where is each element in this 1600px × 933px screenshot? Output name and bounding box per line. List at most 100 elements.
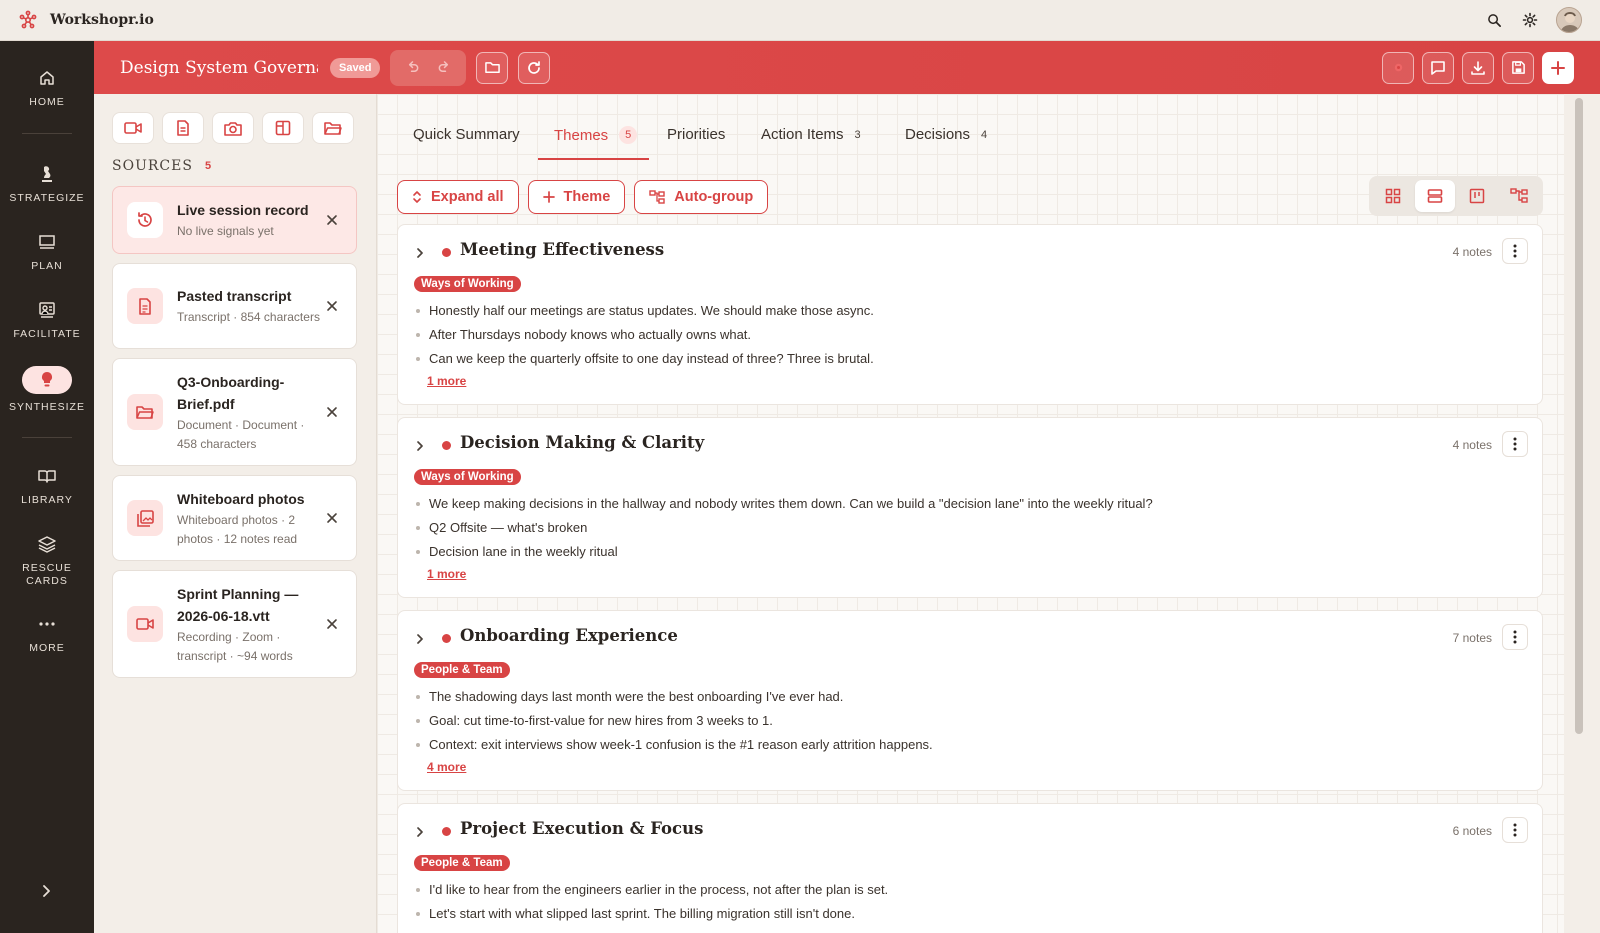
undo-redo-group (390, 49, 467, 86)
nav-library[interactable]: LIBRARY (0, 465, 94, 507)
refresh-button[interactable] (518, 51, 551, 84)
app-name: Workshopr.io (50, 12, 154, 28)
source-card-pasted-transcript[interactable]: Pasted transcript Transcript · 854 chara… (112, 263, 357, 349)
chevron-right-icon[interactable] (414, 826, 426, 838)
open-folder-button[interactable] (476, 51, 509, 84)
history-icon (127, 202, 163, 238)
add-theme-button[interactable]: Theme (527, 180, 626, 214)
more-vertical-icon[interactable] (1502, 624, 1528, 650)
folder-icon (127, 394, 163, 430)
source-card-whiteboard-photos[interactable]: Whiteboard photos Whiteboard photos · 2 … (112, 475, 357, 561)
board-view-icon[interactable] (1457, 180, 1497, 212)
theme-title[interactable]: Onboarding Experience (460, 626, 678, 645)
session-title[interactable]: Design System Governa (120, 58, 318, 78)
remove-source-icon[interactable] (322, 508, 342, 528)
nav-synthesize[interactable]: SYNTHESIZE (0, 366, 94, 414)
saved-badge: Saved (330, 57, 381, 78)
remove-source-icon[interactable] (322, 296, 342, 316)
nav-more[interactable]: MORE (0, 613, 94, 655)
theme-card[interactable]: Meeting Effectiveness 4 notes Ways of Wo… (397, 224, 1543, 405)
theme-note-count: 4 notes (1452, 245, 1492, 259)
nav-label: MORE (29, 642, 65, 654)
download-button[interactable] (1462, 51, 1494, 84)
view-switcher (1369, 176, 1543, 216)
nav-facilitate[interactable]: FACILITATE (0, 299, 94, 341)
nav-home[interactable]: HOME (0, 67, 94, 109)
more-vertical-icon[interactable] (1502, 431, 1528, 457)
nav-rescue-cards[interactable]: RESCUE CARDS (0, 533, 94, 588)
settings-button[interactable] (1382, 51, 1414, 84)
theme-dot (442, 441, 451, 450)
chevron-right-icon[interactable] (414, 440, 426, 452)
scrollbar[interactable] (1564, 94, 1600, 933)
list-view-icon[interactable] (1415, 180, 1455, 212)
add-video-button[interactable] (112, 112, 154, 144)
remove-source-icon[interactable] (322, 210, 342, 230)
avatar[interactable] (1556, 7, 1582, 33)
source-name: Live session record (177, 202, 309, 218)
source-card-onboarding-brief[interactable]: Q3-Onboarding-Brief.pdf Document · Docum… (112, 358, 357, 466)
brand[interactable]: Workshopr.io (18, 10, 154, 30)
expand-all-button[interactable]: Expand all (397, 180, 519, 214)
tab-themes[interactable]: Themes 5 (554, 126, 638, 144)
theme-dot (442, 634, 451, 643)
nav-plan[interactable]: PLAN (0, 231, 94, 273)
add-photo-button[interactable] (212, 112, 254, 144)
add-button[interactable] (1542, 51, 1574, 84)
grid-view-icon[interactable] (1373, 180, 1413, 212)
save-button[interactable] (1502, 51, 1534, 84)
add-folder-button[interactable] (312, 112, 354, 144)
theme-card[interactable]: Project Execution & Focus 6 notes People… (397, 803, 1543, 933)
source-meta: Transcript · 854 characters (177, 310, 320, 324)
show-more-link[interactable]: 4 more (427, 760, 466, 774)
tab-label: Quick Summary (413, 126, 520, 143)
show-more-link[interactable]: 1 more (427, 567, 466, 581)
tab-label: Priorities (667, 126, 726, 143)
show-more-link[interactable]: 1 more (427, 374, 466, 388)
source-meta: No live signals yet (177, 224, 274, 238)
theme-card[interactable]: Onboarding Experience 7 notes People & T… (397, 610, 1543, 791)
tab-quick-summary[interactable]: Quick Summary (413, 126, 520, 143)
theme-note: Honestly half our meetings are status up… (416, 299, 874, 323)
theme-title[interactable]: Meeting Effectiveness (460, 240, 664, 259)
source-meta: Whiteboard photos · 2 photos · 12 notes … (177, 512, 298, 546)
tab-priorities[interactable]: Priorities (667, 126, 725, 143)
expand-nav-chevron-icon[interactable] (38, 883, 54, 899)
nav-strategize[interactable]: STRATEGIZE (0, 163, 94, 205)
theme-actions: Expand all Theme Auto-group (397, 180, 769, 214)
gear-icon[interactable] (1520, 10, 1540, 30)
more-icon (36, 613, 58, 635)
search-icon[interactable] (1484, 10, 1504, 30)
top-bar: Workshopr.io (0, 0, 1600, 41)
add-document-button[interactable] (162, 112, 204, 144)
tab-bar: Quick Summary Themes 5 Priorities Action… (377, 94, 1564, 160)
tree-view-icon[interactable] (1499, 180, 1539, 212)
source-card-live-session[interactable]: Live session record No live signals yet (112, 186, 357, 254)
auto-group-button[interactable]: Auto-group (634, 180, 769, 214)
scrollbar-thumb[interactable] (1575, 98, 1583, 734)
remove-source-icon[interactable] (322, 402, 342, 422)
remove-source-icon[interactable] (322, 614, 342, 634)
add-board-button[interactable] (262, 112, 304, 144)
chevron-right-icon[interactable] (414, 247, 426, 259)
comment-button[interactable] (1422, 51, 1454, 84)
source-card-sprint-planning[interactable]: Sprint Planning — 2026-06-18.vtt Recordi… (112, 570, 357, 678)
theme-dot (442, 827, 451, 836)
theme-note: Q2 Offsite — what's broken (416, 516, 1153, 540)
theme-title[interactable]: Decision Making & Clarity (460, 433, 704, 452)
brand-logo-icon (18, 10, 38, 30)
source-add-toolbar (112, 112, 354, 144)
redo-button[interactable] (428, 52, 460, 84)
theme-title[interactable]: Project Execution & Focus (460, 819, 703, 838)
sources-heading: SOURCES 5 (112, 158, 212, 174)
chevron-right-icon[interactable] (414, 633, 426, 645)
category-tag: People & Team (414, 855, 510, 871)
session-header: Design System Governa Saved (94, 41, 1600, 94)
button-label: Auto-group (674, 189, 754, 205)
more-vertical-icon[interactable] (1502, 238, 1528, 264)
more-vertical-icon[interactable] (1502, 817, 1528, 843)
tab-action-items[interactable]: Action Items 3 (761, 126, 861, 143)
theme-card[interactable]: Decision Making & Clarity 4 notes Ways o… (397, 417, 1543, 598)
tab-decisions[interactable]: Decisions 4 (905, 126, 987, 143)
undo-button[interactable] (396, 52, 428, 84)
